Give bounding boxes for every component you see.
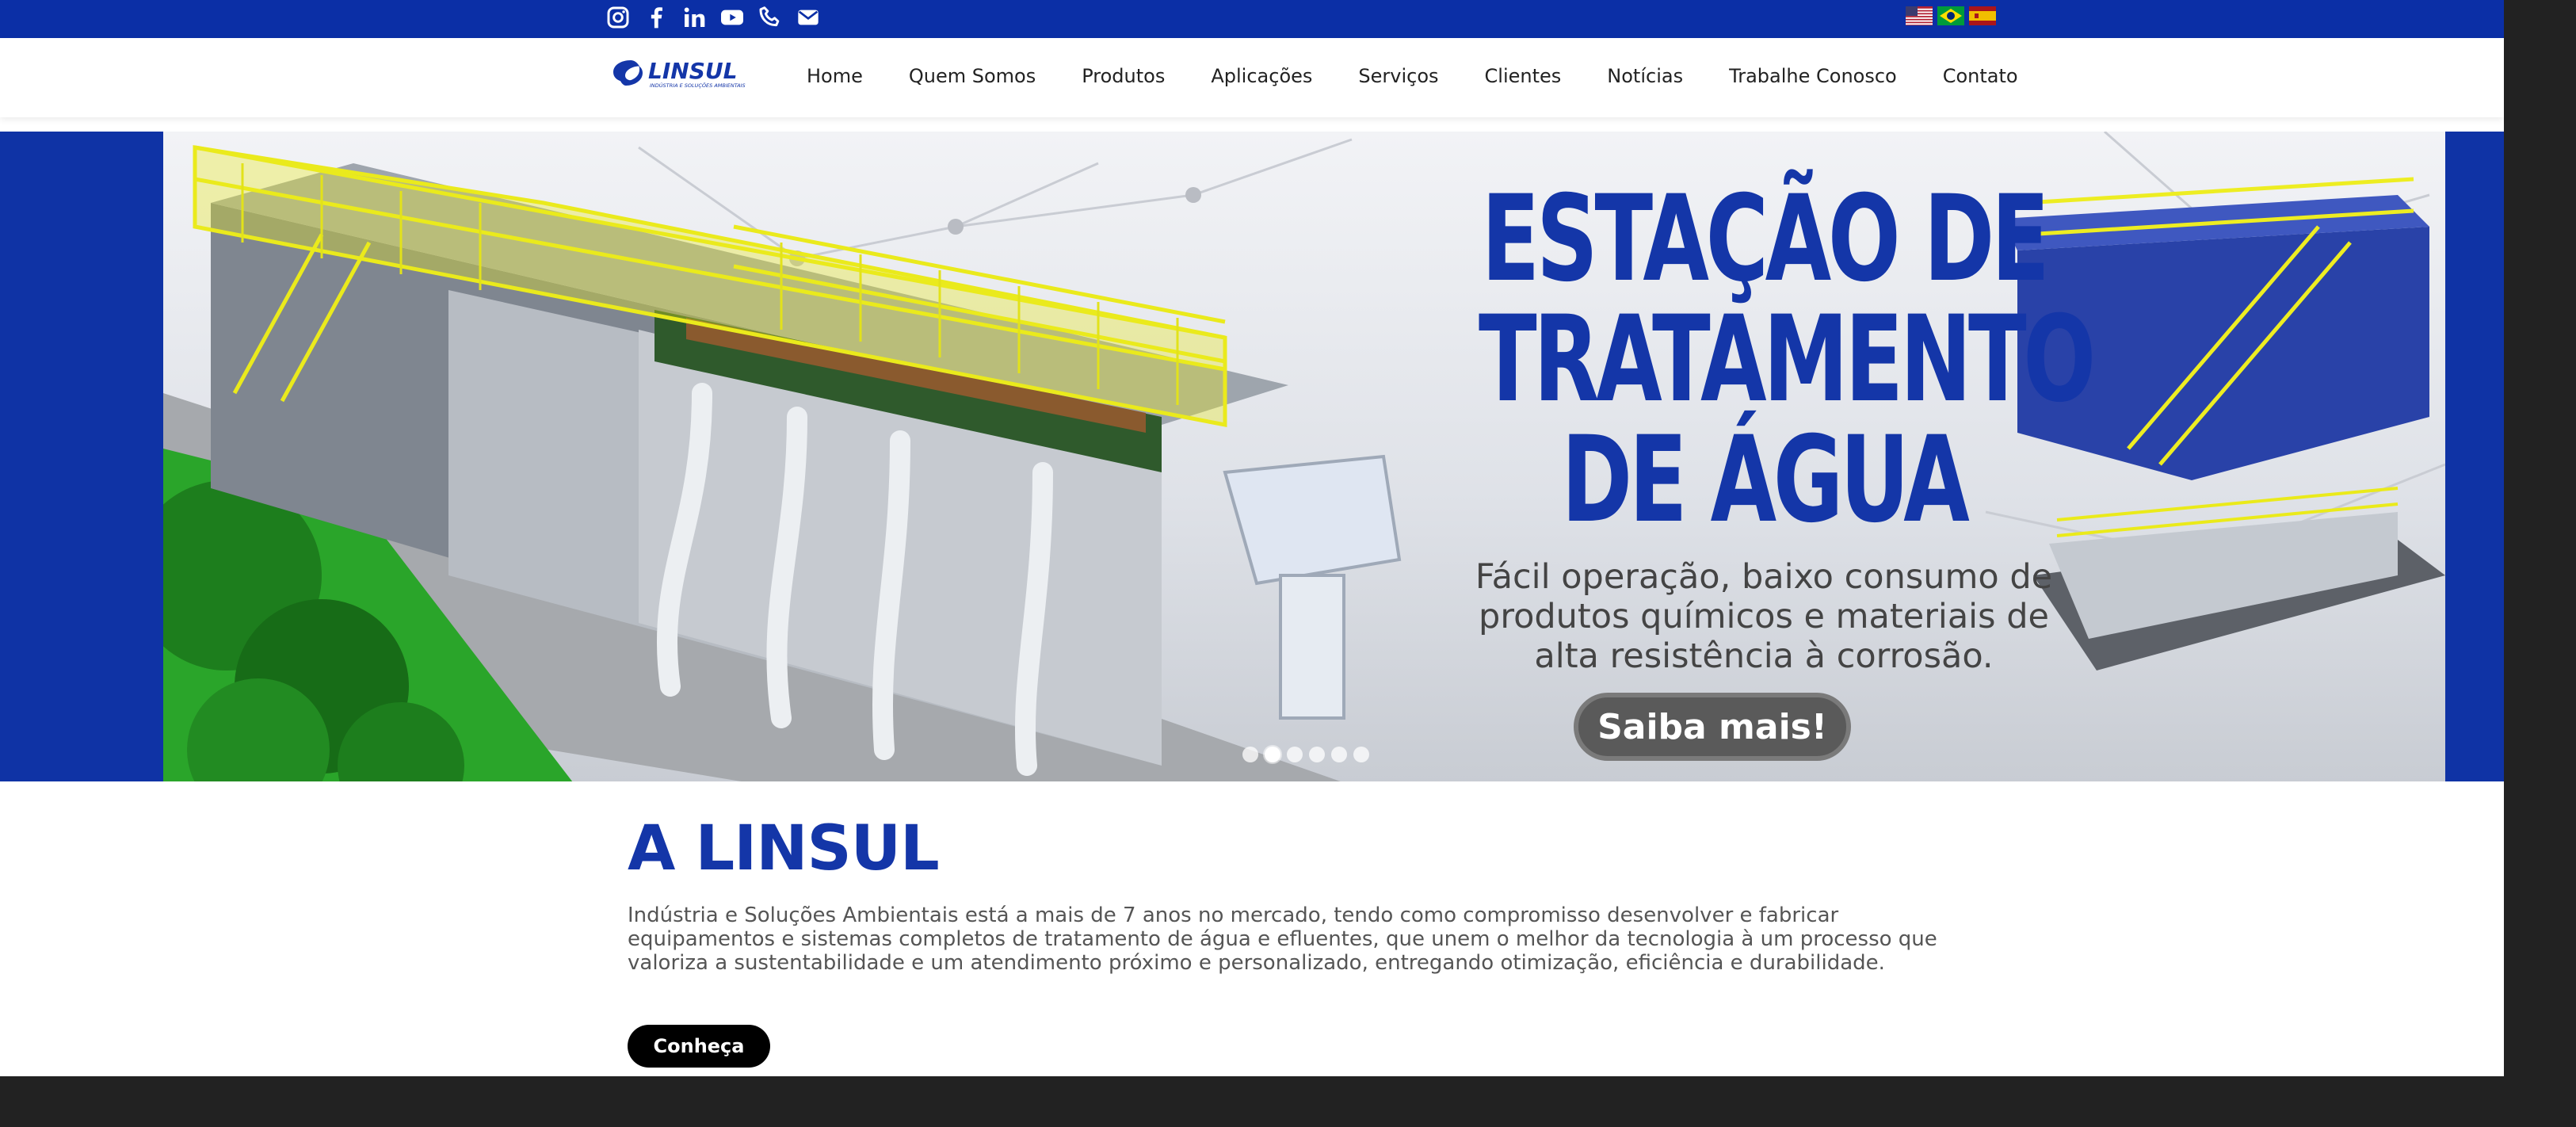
nav-servicos[interactable]: Serviços <box>1358 65 1438 87</box>
hero-subtitle-line: alta resistência à corrosão. <box>1534 636 1994 676</box>
spain-flag-icon[interactable] <box>1969 6 1996 25</box>
hero-title-line: TRATAMENTO <box>1479 291 2096 429</box>
hero-subtitle-line: Fácil operação, baixo consumo de <box>1475 557 2053 597</box>
nav-noticias[interactable]: Notícias <box>1607 65 1683 87</box>
slider-dot[interactable] <box>1242 747 1258 762</box>
us-flag-icon[interactable] <box>1906 6 1933 25</box>
nav-clientes[interactable]: Clientes <box>1485 65 1562 87</box>
mail-icon[interactable] <box>794 3 822 32</box>
hero-illustration <box>163 132 2445 785</box>
slider-dots <box>1242 747 1369 762</box>
hero-slider[interactable]: ESTAÇÃO DE TRATAMENTO DE ÁGUA Fácil oper… <box>163 132 2445 785</box>
slider-dot[interactable] <box>1353 747 1369 762</box>
linkedin-icon[interactable] <box>680 3 708 32</box>
conheca-button[interactable]: Conheça <box>628 1025 770 1068</box>
about-section: A LINSUL Indústria e Soluções Ambientais… <box>0 781 2504 1076</box>
logo-tagline: INDÚSTRIA E SOLUÇÕES AMBIENTAIS <box>650 82 746 89</box>
slider-dot-active[interactable] <box>1265 747 1280 762</box>
instagram-icon[interactable] <box>604 3 632 32</box>
top-bar <box>0 0 2504 38</box>
nav-contato[interactable]: Contato <box>1943 65 2018 87</box>
facebook-icon[interactable] <box>642 3 670 32</box>
youtube-icon[interactable] <box>718 3 746 32</box>
about-title: A LINSUL <box>628 813 940 884</box>
nav-produtos[interactable]: Produtos <box>1082 65 1165 87</box>
slider-dot[interactable] <box>1287 747 1303 762</box>
page: LINSUL INDÚSTRIA E SOLUÇÕES AMBIENTAIS H… <box>0 0 2504 1076</box>
linsul-logo[interactable]: LINSUL INDÚSTRIA E SOLUÇÕES AMBIENTAIS <box>610 55 751 92</box>
nav-quem-somos[interactable]: Quem Somos <box>909 65 1036 87</box>
slider-dot[interactable] <box>1331 747 1347 762</box>
hero-title-line: DE ÁGUA <box>1561 411 1970 549</box>
main-header: LINSUL INDÚSTRIA E SOLUÇÕES AMBIENTAIS H… <box>0 38 2504 117</box>
main-nav: Home Quem Somos Produtos Aplicações Serv… <box>784 38 2018 114</box>
slider-dot[interactable] <box>1309 747 1325 762</box>
nav-trabalhe-conosco[interactable]: Trabalhe Conosco <box>1729 65 1897 87</box>
language-selector <box>1906 6 1996 25</box>
hero-cta-button[interactable]: Saiba mais! <box>1574 693 1851 761</box>
hero-title: ESTAÇÃO DE TRATAMENTO DE ÁGUA <box>1479 170 2096 549</box>
nav-home[interactable]: Home <box>807 65 863 87</box>
hero-subtitle: Fácil operação, baixo consumo de produto… <box>1376 557 2152 676</box>
hero-title-line: ESTAÇÃO DE <box>1481 170 2050 308</box>
brazil-flag-icon[interactable] <box>1937 6 1964 25</box>
social-links <box>604 0 822 35</box>
about-text: Indústria e Soluções Ambientais está a m… <box>628 904 1937 975</box>
phone-icon[interactable] <box>756 3 784 32</box>
nav-aplicacoes[interactable]: Aplicações <box>1211 65 1312 87</box>
logo-text: LINSUL <box>648 58 737 84</box>
hero-subtitle-line: produtos químicos e materiais de <box>1479 597 2049 636</box>
